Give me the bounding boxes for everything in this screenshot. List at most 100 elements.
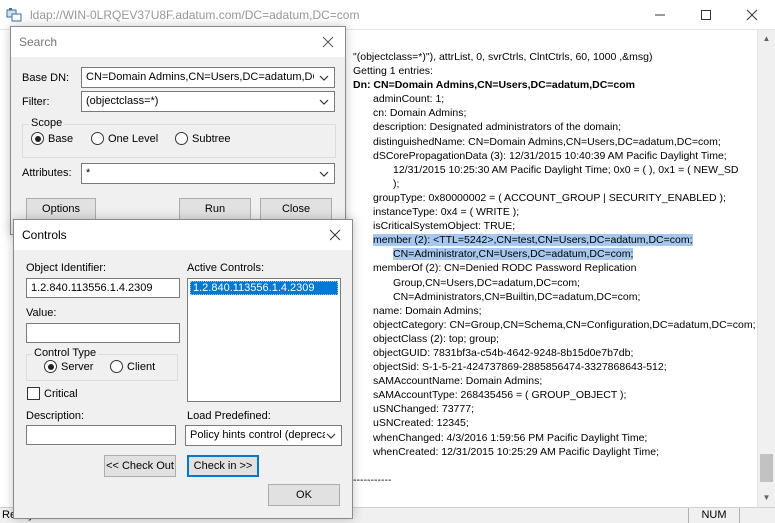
description-label: Description: <box>26 410 85 422</box>
output-line: sAMAccountName: Domain Admins; <box>373 375 543 388</box>
controls-close-x-button[interactable] <box>318 220 352 250</box>
ok-button[interactable]: OK <box>268 484 340 506</box>
output-line: uSNChanged: 73777; <box>373 403 474 416</box>
maximize-icon <box>701 10 711 20</box>
control-type-label: Control Type <box>32 347 99 359</box>
output-line: whenCreated: 12/31/2015 10:25:29 AM Paci… <box>373 445 660 458</box>
check-in-button[interactable]: Check in >> <box>187 455 259 477</box>
scroll-down-icon[interactable]: ▼ <box>758 489 775 506</box>
attributes-combo[interactable]: * <box>81 163 335 184</box>
load-predefined-label: Load Predefined: <box>187 410 271 422</box>
filter-combo[interactable]: (objectclass=*) <box>81 91 335 112</box>
radio-circle[interactable] <box>110 360 123 373</box>
vertical-scrollbar[interactable]: ▲ ▼ <box>757 30 775 507</box>
control-type-client-label: Client <box>127 360 156 373</box>
control-type-server-radio[interactable]: Server <box>44 360 93 373</box>
output-line: objectCategory: CN=Group,CN=Schema,CN=Co… <box>373 318 756 331</box>
output-line: "(objectclass=*)"), attrList, 0, svrCtrl… <box>353 51 653 63</box>
output-line: cn: Domain Admins; <box>373 107 467 120</box>
control-type-server-label: Server <box>61 360 94 373</box>
window-title: ldap://WIN-0LRQEV37U8F.adatum.com/DC=ada… <box>30 8 360 22</box>
output-line: CN=Administrators,CN=Builtin,DC=adatum,D… <box>393 290 641 303</box>
minimize-icon <box>655 14 665 16</box>
close-icon <box>329 229 341 241</box>
scope-base-radio[interactable]: Base <box>31 132 73 145</box>
scope-label: Scope <box>29 117 65 129</box>
minimize-button[interactable] <box>637 0 683 30</box>
controls-dialog: Controls Object Identifier: 1.2.840.1135… <box>13 219 353 519</box>
output-line: dSCorePropagationData (3): 12/31/2015 10… <box>373 149 727 162</box>
value-label: Value: <box>26 307 57 319</box>
output-line: isCriticalSystemObject: TRUE; <box>373 220 516 233</box>
checkbox-box[interactable] <box>27 387 40 400</box>
check-out-button[interactable]: << Check Out <box>104 455 176 477</box>
description-input[interactable] <box>26 425 176 445</box>
active-controls-listbox[interactable]: 1.2.840.113556.1.4.2309 <box>187 278 341 402</box>
radio-circle[interactable] <box>31 132 44 145</box>
critical-checkbox[interactable]: Critical <box>27 387 78 400</box>
base-dn-label: Base DN: <box>22 72 70 84</box>
scroll-thumb[interactable] <box>760 454 773 482</box>
output-line: whenChanged: 4/3/2016 1:59:56 PM Pacific… <box>373 431 648 444</box>
scope-base-label: Base <box>48 132 74 145</box>
output-line: objectClass (2): top; group; <box>373 332 500 345</box>
selected-text: member (2): <TTL=5242>,CN=test,CN=Users,… <box>373 234 693 247</box>
close-button[interactable]: Close <box>260 198 332 220</box>
output-line: member (2): <TTL=5242>,CN=test,CN=Users,… <box>353 233 758 247</box>
scope-subtree-label: Subtree <box>192 132 231 145</box>
output-line: description: Designated administrators o… <box>373 121 622 134</box>
attributes-value: * <box>86 167 91 179</box>
controls-dialog-title: Controls <box>22 228 67 242</box>
scroll-up-icon[interactable]: ▲ <box>758 30 775 47</box>
load-predefined-combo[interactable]: Policy hints control (depreca <box>185 425 342 446</box>
output-line: distinguishedName: CN=Domain Admins,CN=U… <box>373 135 721 148</box>
output-line: uSNCreated: 12345; <box>373 417 469 430</box>
chevron-down-icon[interactable] <box>323 427 339 444</box>
run-button[interactable]: Run <box>179 198 251 220</box>
output-line: Group,CN=Users,DC=adatum,DC=com; <box>393 276 581 289</box>
output-line: 12/31/2015 10:25:30 AM Pacific Daylight … <box>393 163 739 176</box>
output-line: CN=Administrator,CN=Users,DC=adatum,DC=c… <box>353 247 758 261</box>
output-line: ----------- <box>353 473 392 486</box>
chevron-down-icon[interactable] <box>316 165 332 182</box>
object-identifier-input[interactable]: 1.2.840.113556.1.4.2309 <box>26 278 180 298</box>
control-type-client-radio[interactable]: Client <box>110 360 155 373</box>
output-line: instanceType: 0x4 = ( WRITE ); <box>373 206 520 219</box>
base-dn-value: CN=Domain Admins,CN=Users,DC=adatum,DC <box>86 71 314 83</box>
chevron-down-icon[interactable] <box>316 93 332 110</box>
scope-onelevel-label: One Level <box>108 132 159 145</box>
close-window-button[interactable] <box>729 0 775 30</box>
output-line: Getting 1 entries: <box>353 65 433 78</box>
filter-label: Filter: <box>22 96 50 108</box>
active-control-item[interactable]: 1.2.840.113556.1.4.2309 <box>190 281 338 295</box>
options-button[interactable]: Options <box>26 198 96 220</box>
value-input[interactable] <box>26 323 180 343</box>
scope-onelevel-radio[interactable]: One Level <box>91 132 158 145</box>
search-close-x-button[interactable] <box>311 27 345 57</box>
close-icon <box>746 9 758 21</box>
output-line: sAMAccountType: 268435456 = ( GROUP_OBJE… <box>373 389 627 402</box>
load-predefined-value: Policy hints control (depreca <box>190 429 325 441</box>
maximize-button[interactable] <box>683 0 729 30</box>
attributes-label: Attributes: <box>22 167 72 179</box>
base-dn-combo[interactable]: CN=Domain Admins,CN=Users,DC=adatum,DC <box>81 67 335 88</box>
active-controls-label: Active Controls: <box>187 262 265 274</box>
controls-dialog-titlebar: Controls <box>14 220 352 250</box>
status-num-lock: NUM <box>688 508 740 523</box>
output-line: memberOf (2): CN=Denied RODC Password Re… <box>373 262 637 275</box>
radio-circle[interactable] <box>44 360 57 373</box>
filter-value: (objectclass=*) <box>86 95 159 107</box>
critical-label: Critical <box>44 387 78 400</box>
output-line: ); <box>393 177 400 190</box>
search-dialog: Search Base DN: CN=Domain Admins,CN=User… <box>10 26 346 235</box>
radio-circle[interactable] <box>175 132 188 145</box>
close-icon <box>322 36 334 48</box>
output-line: name: Domain Admins; <box>373 304 482 317</box>
chevron-down-icon[interactable] <box>316 69 332 86</box>
scope-subtree-radio[interactable]: Subtree <box>175 132 231 145</box>
output-line: objectGUID: 7831bf3a-c54b-4642-9248-8b15… <box>373 346 634 359</box>
ldap-output-text: "(objectclass=*)"), attrList, 0, svrCtrl… <box>353 50 758 487</box>
output-line: groupType: 0x80000002 = ( ACCOUNT_GROUP … <box>373 191 726 204</box>
radio-circle[interactable] <box>91 132 104 145</box>
